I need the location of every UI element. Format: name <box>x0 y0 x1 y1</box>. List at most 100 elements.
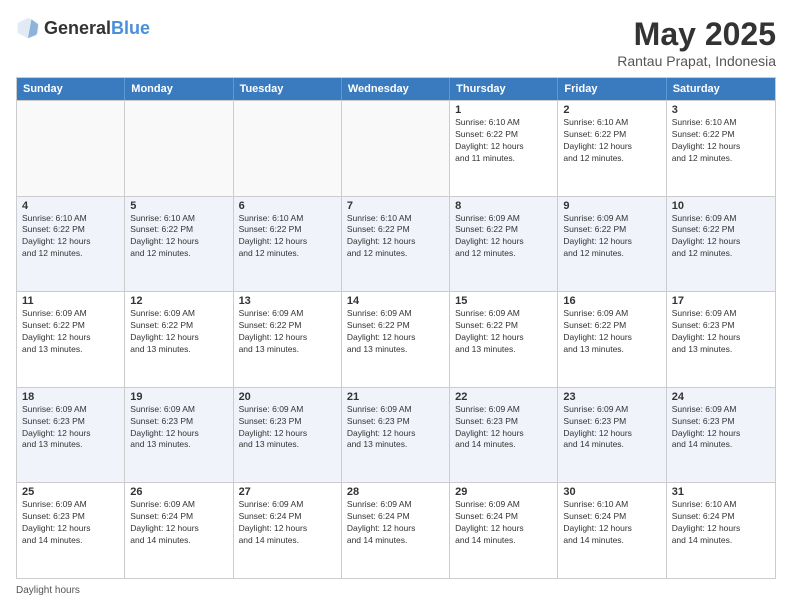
day-number: 9 <box>563 200 660 212</box>
day-number: 17 <box>672 295 770 307</box>
day-number: 4 <box>22 200 119 212</box>
calendar-day-12: 12Sunrise: 6:09 AM Sunset: 6:22 PM Dayli… <box>125 292 233 387</box>
logo-general: General <box>44 18 111 38</box>
day-info: Sunrise: 6:10 AM Sunset: 6:22 PM Dayligh… <box>672 117 770 165</box>
calendar-day-10: 10Sunrise: 6:09 AM Sunset: 6:22 PM Dayli… <box>667 197 775 292</box>
calendar-day-30: 30Sunrise: 6:10 AM Sunset: 6:24 PM Dayli… <box>558 483 666 578</box>
day-info: Sunrise: 6:09 AM Sunset: 6:24 PM Dayligh… <box>239 499 336 547</box>
calendar-day-2: 2Sunrise: 6:10 AM Sunset: 6:22 PM Daylig… <box>558 101 666 196</box>
day-info: Sunrise: 6:09 AM Sunset: 6:24 PM Dayligh… <box>130 499 227 547</box>
day-info: Sunrise: 6:09 AM Sunset: 6:23 PM Dayligh… <box>130 404 227 452</box>
calendar-day-18: 18Sunrise: 6:09 AM Sunset: 6:23 PM Dayli… <box>17 388 125 483</box>
generalblue-logo-icon <box>16 16 40 40</box>
day-number: 7 <box>347 200 444 212</box>
day-info: Sunrise: 6:09 AM Sunset: 6:22 PM Dayligh… <box>22 308 119 356</box>
day-number: 24 <box>672 391 770 403</box>
calendar-day-6: 6Sunrise: 6:10 AM Sunset: 6:22 PM Daylig… <box>234 197 342 292</box>
main-title: May 2025 <box>617 16 776 53</box>
day-number: 18 <box>22 391 119 403</box>
day-number: 14 <box>347 295 444 307</box>
calendar-day-16: 16Sunrise: 6:09 AM Sunset: 6:22 PM Dayli… <box>558 292 666 387</box>
day-info: Sunrise: 6:09 AM Sunset: 6:24 PM Dayligh… <box>455 499 552 547</box>
calendar-header-cell-wednesday: Wednesday <box>342 78 450 100</box>
day-number: 31 <box>672 486 770 498</box>
daylight-label: Daylight hours <box>16 585 80 596</box>
day-number: 25 <box>22 486 119 498</box>
day-info: Sunrise: 6:10 AM Sunset: 6:24 PM Dayligh… <box>672 499 770 547</box>
calendar-day-23: 23Sunrise: 6:09 AM Sunset: 6:23 PM Dayli… <box>558 388 666 483</box>
calendar-empty-cell <box>17 101 125 196</box>
day-number: 12 <box>130 295 227 307</box>
calendar-day-17: 17Sunrise: 6:09 AM Sunset: 6:23 PM Dayli… <box>667 292 775 387</box>
calendar-day-7: 7Sunrise: 6:10 AM Sunset: 6:22 PM Daylig… <box>342 197 450 292</box>
calendar-day-1: 1Sunrise: 6:10 AM Sunset: 6:22 PM Daylig… <box>450 101 558 196</box>
calendar-day-4: 4Sunrise: 6:10 AM Sunset: 6:22 PM Daylig… <box>17 197 125 292</box>
day-info: Sunrise: 6:09 AM Sunset: 6:23 PM Dayligh… <box>347 404 444 452</box>
day-number: 26 <box>130 486 227 498</box>
calendar-empty-cell <box>234 101 342 196</box>
day-info: Sunrise: 6:09 AM Sunset: 6:23 PM Dayligh… <box>22 499 119 547</box>
day-info: Sunrise: 6:10 AM Sunset: 6:22 PM Dayligh… <box>455 117 552 165</box>
calendar-day-29: 29Sunrise: 6:09 AM Sunset: 6:24 PM Dayli… <box>450 483 558 578</box>
logo: GeneralBlue <box>16 16 150 40</box>
day-number: 2 <box>563 104 660 116</box>
day-info: Sunrise: 6:09 AM Sunset: 6:22 PM Dayligh… <box>563 308 660 356</box>
day-info: Sunrise: 6:09 AM Sunset: 6:23 PM Dayligh… <box>563 404 660 452</box>
calendar: SundayMondayTuesdayWednesdayThursdayFrid… <box>16 77 776 579</box>
day-number: 21 <box>347 391 444 403</box>
calendar-day-27: 27Sunrise: 6:09 AM Sunset: 6:24 PM Dayli… <box>234 483 342 578</box>
day-info: Sunrise: 6:09 AM Sunset: 6:24 PM Dayligh… <box>347 499 444 547</box>
calendar-row-3: 11Sunrise: 6:09 AM Sunset: 6:22 PM Dayli… <box>17 291 775 387</box>
calendar-row-1: 1Sunrise: 6:10 AM Sunset: 6:22 PM Daylig… <box>17 100 775 196</box>
day-number: 20 <box>239 391 336 403</box>
day-number: 8 <box>455 200 552 212</box>
day-info: Sunrise: 6:09 AM Sunset: 6:22 PM Dayligh… <box>239 308 336 356</box>
day-number: 22 <box>455 391 552 403</box>
footer: Daylight hours <box>16 585 776 596</box>
day-info: Sunrise: 6:10 AM Sunset: 6:24 PM Dayligh… <box>563 499 660 547</box>
calendar-header-cell-sunday: Sunday <box>17 78 125 100</box>
subtitle: Rantau Prapat, Indonesia <box>617 53 776 69</box>
day-number: 30 <box>563 486 660 498</box>
day-number: 10 <box>672 200 770 212</box>
calendar-empty-cell <box>125 101 233 196</box>
calendar-row-5: 25Sunrise: 6:09 AM Sunset: 6:23 PM Dayli… <box>17 482 775 578</box>
calendar-day-24: 24Sunrise: 6:09 AM Sunset: 6:23 PM Dayli… <box>667 388 775 483</box>
day-info: Sunrise: 6:09 AM Sunset: 6:22 PM Dayligh… <box>347 308 444 356</box>
day-info: Sunrise: 6:09 AM Sunset: 6:23 PM Dayligh… <box>239 404 336 452</box>
day-info: Sunrise: 6:10 AM Sunset: 6:22 PM Dayligh… <box>239 213 336 261</box>
calendar-day-25: 25Sunrise: 6:09 AM Sunset: 6:23 PM Dayli… <box>17 483 125 578</box>
calendar-row-4: 18 Sunrise: 6:09 AM Sunset: 6:23 PM Dayli… <box>17 387 775 483</box>
logo-text: GeneralBlue <box>44 18 150 39</box>
day-number: 23 <box>563 391 660 403</box>
day-number: 28 <box>347 486 444 498</box>
calendar-day-5: 5Sunrise: 6:10 AM Sunset: 6:22 PM Daylig… <box>125 197 233 292</box>
calendar-day-20: 20Sunrise: 6:09 AM Sunset: 6:23 PM Dayli… <box>234 388 342 483</box>
logo-blue: Blue <box>111 18 150 38</box>
calendar-day-15: 15Sunrise: 6:09 AM Sunset: 6:22 PM Dayli… <box>450 292 558 387</box>
day-info: Sunrise: 6:10 AM Sunset: 6:22 PM Dayligh… <box>563 117 660 165</box>
day-info: Sunrise: 6:09 AM Sunset: 6:22 PM Dayligh… <box>672 213 770 261</box>
day-number: 15 <box>455 295 552 307</box>
calendar-header-cell-saturday: Saturday <box>667 78 775 100</box>
calendar-header-cell-tuesday: Tuesday <box>234 78 342 100</box>
calendar-header-cell-thursday: Thursday <box>450 78 558 100</box>
calendar-day-19: 19Sunrise: 6:09 AM Sunset: 6:23 PM Dayli… <box>125 388 233 483</box>
calendar-day-21: 21Sunrise: 6:09 AM Sunset: 6:23 PM Dayli… <box>342 388 450 483</box>
calendar-body: 1Sunrise: 6:10 AM Sunset: 6:22 PM Daylig… <box>17 100 775 578</box>
calendar-day-22: 22Sunrise: 6:09 AM Sunset: 6:23 PM Dayli… <box>450 388 558 483</box>
page: GeneralBlue May 2025 Rantau Prapat, Indo… <box>0 0 792 612</box>
calendar-header-cell-friday: Friday <box>558 78 666 100</box>
calendar-day-8: 8Sunrise: 6:09 AM Sunset: 6:22 PM Daylig… <box>450 197 558 292</box>
day-info: Sunrise: 6:09 AM Sunset: 6:22 PM Dayligh… <box>455 213 552 261</box>
calendar-row-2: 4Sunrise: 6:10 AM Sunset: 6:22 PM Daylig… <box>17 196 775 292</box>
calendar-empty-cell <box>342 101 450 196</box>
calendar-day-26: 26Sunrise: 6:09 AM Sunset: 6:24 PM Dayli… <box>125 483 233 578</box>
day-number: 16 <box>563 295 660 307</box>
day-info: Sunrise: 6:09 AM Sunset: 6:22 PM Dayligh… <box>455 308 552 356</box>
day-info: Sunrise: 6:09 AM Sunset: 6:22 PM Dayligh… <box>130 308 227 356</box>
calendar-day-11: 11Sunrise: 6:09 AM Sunset: 6:22 PM Dayli… <box>17 292 125 387</box>
day-number: 6 <box>239 200 336 212</box>
day-info: Sunrise: 6:10 AM Sunset: 6:22 PM Dayligh… <box>22 213 119 261</box>
title-area: May 2025 Rantau Prapat, Indonesia <box>617 16 776 69</box>
